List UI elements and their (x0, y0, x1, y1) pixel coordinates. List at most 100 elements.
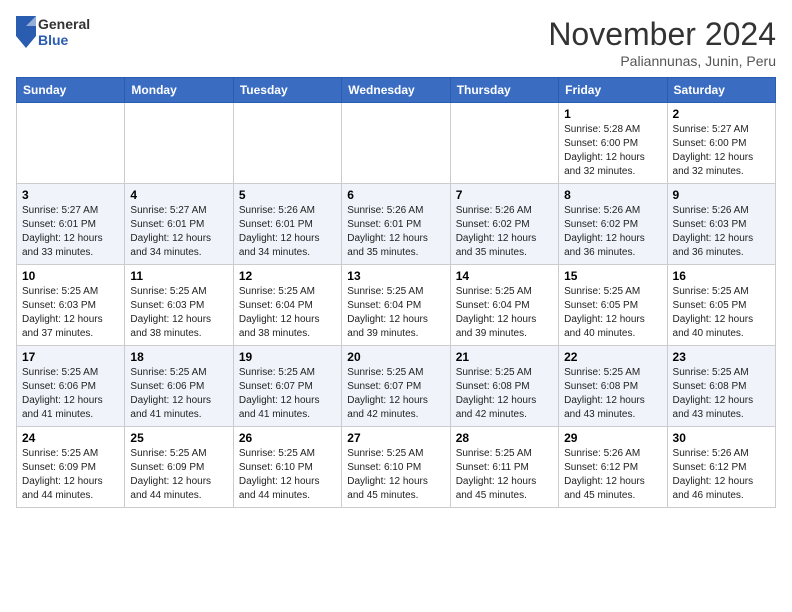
calendar-cell: 26 Sunrise: 5:25 AM Sunset: 6:10 PM Dayli… (233, 427, 341, 508)
day-info: Sunrise: 5:25 AM Sunset: 6:09 PM Dayligh… (22, 447, 119, 503)
day-number: 5 (239, 188, 336, 202)
day-number: 17 (22, 350, 119, 364)
calendar-cell: 25 Sunrise: 5:25 AM Sunset: 6:09 PM Dayli… (125, 427, 233, 508)
day-info: Sunrise: 5:25 AM Sunset: 6:05 PM Dayligh… (564, 285, 661, 341)
day-info: Sunrise: 5:26 AM Sunset: 6:02 PM Dayligh… (564, 204, 661, 260)
day-number: 28 (456, 431, 553, 445)
day-info: Sunrise: 5:25 AM Sunset: 6:10 PM Dayligh… (347, 447, 444, 503)
weekday-header: Sunday (17, 78, 125, 103)
calendar-cell: 23 Sunrise: 5:25 AM Sunset: 6:08 PM Dayli… (667, 346, 775, 427)
day-info: Sunrise: 5:25 AM Sunset: 6:09 PM Dayligh… (130, 447, 227, 503)
calendar-cell: 29Sunrise: 5:26 AM Sunset: 6:12 PM Dayli… (559, 427, 667, 508)
day-number: 25 (130, 431, 227, 445)
logo-general: General (38, 16, 90, 32)
day-info: Sunrise: 5:25 AM Sunset: 6:04 PM Dayligh… (456, 285, 553, 341)
day-info: Sunrise: 5:25 AM Sunset: 6:07 PM Dayligh… (347, 366, 444, 422)
day-number: 7 (456, 188, 553, 202)
day-info: Sunrise: 5:25 AM Sunset: 6:11 PM Dayligh… (456, 447, 553, 503)
calendar-cell: 13 Sunrise: 5:25 AM Sunset: 6:04 PM Dayli… (342, 265, 450, 346)
day-number: 8 (564, 188, 661, 202)
calendar-cell: 19Sunrise: 5:25 AM Sunset: 6:07 PM Dayli… (233, 346, 341, 427)
day-info: Sunrise: 5:27 AM Sunset: 6:00 PM Dayligh… (673, 123, 770, 179)
calendar-cell (125, 103, 233, 184)
calendar-body: 1 Sunrise: 5:28 AM Sunset: 6:00 PM Daylig… (17, 103, 776, 508)
day-number: 26 (239, 431, 336, 445)
day-number: 16 (673, 269, 770, 283)
calendar-week-row: 3 Sunrise: 5:27 AM Sunset: 6:01 PM Daylig… (17, 184, 776, 265)
day-info: Sunrise: 5:25 AM Sunset: 6:08 PM Dayligh… (564, 366, 661, 422)
day-number: 23 (673, 350, 770, 364)
calendar-cell (233, 103, 341, 184)
calendar-cell: 15 Sunrise: 5:25 AM Sunset: 6:05 PM Dayli… (559, 265, 667, 346)
calendar-cell: 16 Sunrise: 5:25 AM Sunset: 6:05 PM Dayli… (667, 265, 775, 346)
calendar-cell: 30 Sunrise: 5:26 AM Sunset: 6:12 PM Dayli… (667, 427, 775, 508)
day-info: Sunrise: 5:25 AM Sunset: 6:08 PM Dayligh… (673, 366, 770, 422)
month-title: November 2024 (548, 16, 776, 53)
day-number: 11 (130, 269, 227, 283)
day-number: 30 (673, 431, 770, 445)
day-number: 24 (22, 431, 119, 445)
calendar-cell: 14 Sunrise: 5:25 AM Sunset: 6:04 PM Dayli… (450, 265, 558, 346)
weekday-header: Friday (559, 78, 667, 103)
logo-blue: Blue (38, 32, 90, 48)
day-info: Sunrise: 5:25 AM Sunset: 6:06 PM Dayligh… (22, 366, 119, 422)
day-info: Sunrise: 5:27 AM Sunset: 6:01 PM Dayligh… (130, 204, 227, 260)
title-block: November 2024 Paliannunas, Junin, Peru (548, 16, 776, 69)
day-info: Sunrise: 5:26 AM Sunset: 6:12 PM Dayligh… (564, 447, 661, 503)
day-number: 19 (239, 350, 336, 364)
calendar-cell: 21Sunrise: 5:25 AM Sunset: 6:08 PM Dayli… (450, 346, 558, 427)
day-number: 10 (22, 269, 119, 283)
day-info: Sunrise: 5:25 AM Sunset: 6:03 PM Dayligh… (22, 285, 119, 341)
location-subtitle: Paliannunas, Junin, Peru (548, 53, 776, 69)
day-info: Sunrise: 5:25 AM Sunset: 6:06 PM Dayligh… (130, 366, 227, 422)
calendar-cell: 27 Sunrise: 5:25 AM Sunset: 6:10 PM Dayli… (342, 427, 450, 508)
day-number: 13 (347, 269, 444, 283)
day-number: 21 (456, 350, 553, 364)
day-number: 6 (347, 188, 444, 202)
day-number: 12 (239, 269, 336, 283)
calendar-cell (342, 103, 450, 184)
calendar-cell: 6Sunrise: 5:26 AM Sunset: 6:01 PM Daylig… (342, 184, 450, 265)
weekday-header: Monday (125, 78, 233, 103)
calendar-cell: 11 Sunrise: 5:25 AM Sunset: 6:03 PM Dayli… (125, 265, 233, 346)
day-info: Sunrise: 5:26 AM Sunset: 6:12 PM Dayligh… (673, 447, 770, 503)
day-number: 1 (564, 107, 661, 121)
day-info: Sunrise: 5:25 AM Sunset: 6:05 PM Dayligh… (673, 285, 770, 341)
calendar-cell: 1 Sunrise: 5:28 AM Sunset: 6:00 PM Daylig… (559, 103, 667, 184)
day-info: Sunrise: 5:25 AM Sunset: 6:10 PM Dayligh… (239, 447, 336, 503)
day-number: 27 (347, 431, 444, 445)
calendar-cell: 17 Sunrise: 5:25 AM Sunset: 6:06 PM Dayli… (17, 346, 125, 427)
calendar-cell: 4 Sunrise: 5:27 AM Sunset: 6:01 PM Daylig… (125, 184, 233, 265)
day-info: Sunrise: 5:28 AM Sunset: 6:00 PM Dayligh… (564, 123, 661, 179)
day-number: 14 (456, 269, 553, 283)
calendar-cell: 12 Sunrise: 5:25 AM Sunset: 6:04 PM Dayli… (233, 265, 341, 346)
calendar-cell: 24 Sunrise: 5:25 AM Sunset: 6:09 PM Dayli… (17, 427, 125, 508)
calendar-week-row: 24 Sunrise: 5:25 AM Sunset: 6:09 PM Dayli… (17, 427, 776, 508)
logo: General Blue (16, 16, 90, 48)
day-number: 4 (130, 188, 227, 202)
day-number: 18 (130, 350, 227, 364)
logo-shape (16, 16, 36, 48)
calendar-header: SundayMondayTuesdayWednesdayThursdayFrid… (17, 78, 776, 103)
day-info: Sunrise: 5:26 AM Sunset: 6:01 PM Dayligh… (239, 204, 336, 260)
calendar-cell (17, 103, 125, 184)
day-number: 15 (564, 269, 661, 283)
calendar-cell: 2 Sunrise: 5:27 AM Sunset: 6:00 PM Daylig… (667, 103, 775, 184)
day-info: Sunrise: 5:25 AM Sunset: 6:04 PM Dayligh… (347, 285, 444, 341)
calendar-cell: 7 Sunrise: 5:26 AM Sunset: 6:02 PM Daylig… (450, 184, 558, 265)
day-info: Sunrise: 5:25 AM Sunset: 6:04 PM Dayligh… (239, 285, 336, 341)
weekday-header: Tuesday (233, 78, 341, 103)
day-info: Sunrise: 5:25 AM Sunset: 6:03 PM Dayligh… (130, 285, 227, 341)
day-number: 3 (22, 188, 119, 202)
weekday-header: Thursday (450, 78, 558, 103)
calendar-cell: 28 Sunrise: 5:25 AM Sunset: 6:11 PM Dayli… (450, 427, 558, 508)
logo-svg: General Blue (16, 16, 90, 48)
page-header: General Blue November 2024 Paliannunas, … (16, 16, 776, 69)
day-info: Sunrise: 5:26 AM Sunset: 6:02 PM Dayligh… (456, 204, 553, 260)
calendar-table: SundayMondayTuesdayWednesdayThursdayFrid… (16, 77, 776, 508)
calendar-cell: 18 Sunrise: 5:25 AM Sunset: 6:06 PM Dayli… (125, 346, 233, 427)
calendar-cell: 20Sunrise: 5:25 AM Sunset: 6:07 PM Dayli… (342, 346, 450, 427)
day-number: 2 (673, 107, 770, 121)
calendar-cell: 22Sunrise: 5:25 AM Sunset: 6:08 PM Dayli… (559, 346, 667, 427)
calendar-cell: 3Sunrise: 5:27 AM Sunset: 6:01 PM Daylig… (17, 184, 125, 265)
